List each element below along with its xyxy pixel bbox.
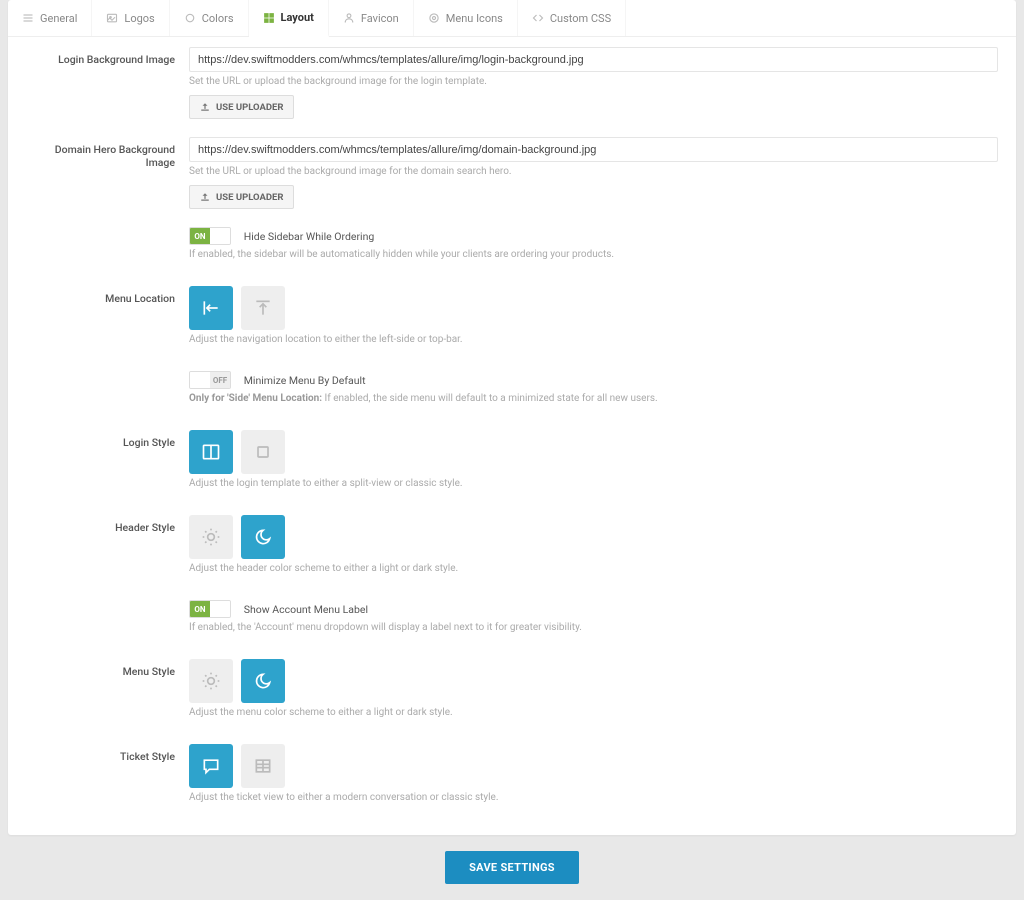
palette-icon xyxy=(184,12,196,24)
domain-bg-input[interactable] xyxy=(189,137,998,162)
login-bg-help: Set the URL or upload the background ima… xyxy=(189,76,998,87)
chat-icon xyxy=(201,756,221,776)
image-icon xyxy=(106,12,118,24)
moon-icon xyxy=(253,671,273,691)
tab-custom-css[interactable]: Custom CSS xyxy=(518,0,626,36)
ticket-style-help: Adjust the ticket view to either a moder… xyxy=(189,792,998,803)
login-style-split[interactable] xyxy=(189,430,233,474)
grid-icon xyxy=(263,12,275,24)
menu-location-help: Adjust the navigation location to either… xyxy=(189,334,998,345)
hide-sidebar-help: If enabled, the sidebar will be automati… xyxy=(189,249,998,260)
tab-logos[interactable]: Logos xyxy=(92,0,169,36)
tab-colors[interactable]: Colors xyxy=(170,0,249,36)
gear-icon xyxy=(428,12,440,24)
login-bg-uploader-button[interactable]: USE UPLOADER xyxy=(189,95,294,119)
login-bg-input[interactable] xyxy=(189,47,998,72)
show-account-label: Show Account Menu Label xyxy=(244,603,368,616)
menu-style-label: Menu Style xyxy=(26,659,189,678)
login-style-label: Login Style xyxy=(26,430,189,449)
moon-icon xyxy=(253,527,273,547)
tabs: General Logos Colors Layout Favicon Menu… xyxy=(8,0,1016,37)
table-icon xyxy=(253,756,273,776)
domain-bg-uploader-button[interactable]: USE UPLOADER xyxy=(189,185,294,209)
tab-layout[interactable]: Layout xyxy=(249,0,329,37)
domain-bg-help: Set the URL or upload the background ima… xyxy=(189,166,998,177)
login-style-help: Adjust the login template to either a sp… xyxy=(189,478,998,489)
tab-favicon[interactable]: Favicon xyxy=(329,0,414,36)
hide-sidebar-label: Hide Sidebar While Ordering xyxy=(244,230,375,243)
user-icon xyxy=(343,12,355,24)
menu-style-dark[interactable] xyxy=(241,659,285,703)
header-style-help: Adjust the header color scheme to either… xyxy=(189,563,998,574)
arrow-left-bar-icon xyxy=(201,298,221,318)
ticket-style-classic[interactable] xyxy=(241,744,285,788)
menu-location-top[interactable] xyxy=(241,286,285,330)
ticket-style-conversation[interactable] xyxy=(189,744,233,788)
ticket-style-label: Ticket Style xyxy=(26,744,189,763)
code-icon xyxy=(532,12,544,24)
login-style-classic[interactable] xyxy=(241,430,285,474)
list-icon xyxy=(22,12,34,24)
sun-icon xyxy=(201,527,221,547)
menu-location-side[interactable] xyxy=(189,286,233,330)
arrow-up-bar-icon xyxy=(253,298,273,318)
save-settings-button[interactable]: SAVE SETTINGS xyxy=(445,851,579,884)
tab-menu-icons[interactable]: Menu Icons xyxy=(414,0,518,36)
tab-general[interactable]: General xyxy=(8,0,92,36)
menu-location-label: Menu Location xyxy=(26,286,189,305)
show-account-toggle[interactable]: ON xyxy=(189,600,231,618)
upload-icon xyxy=(200,192,210,202)
upload-icon xyxy=(200,102,210,112)
split-view-icon xyxy=(201,442,221,462)
hide-sidebar-toggle[interactable]: ON xyxy=(189,227,231,245)
single-view-icon xyxy=(253,442,273,462)
domain-bg-label: Domain Hero Background Image xyxy=(26,137,189,169)
minimize-help: Only for 'Side' Menu Location: If enable… xyxy=(189,393,998,404)
login-bg-label: Login Background Image xyxy=(26,47,189,66)
header-style-dark[interactable] xyxy=(241,515,285,559)
header-style-label: Header Style xyxy=(26,515,189,534)
show-account-help: If enabled, the 'Account' menu dropdown … xyxy=(189,622,998,633)
menu-style-help: Adjust the menu color scheme to either a… xyxy=(189,707,998,718)
minimize-label: Minimize Menu By Default xyxy=(244,374,366,387)
sun-icon xyxy=(201,671,221,691)
menu-style-light[interactable] xyxy=(189,659,233,703)
header-style-light[interactable] xyxy=(189,515,233,559)
minimize-toggle[interactable]: OFF xyxy=(189,371,231,389)
